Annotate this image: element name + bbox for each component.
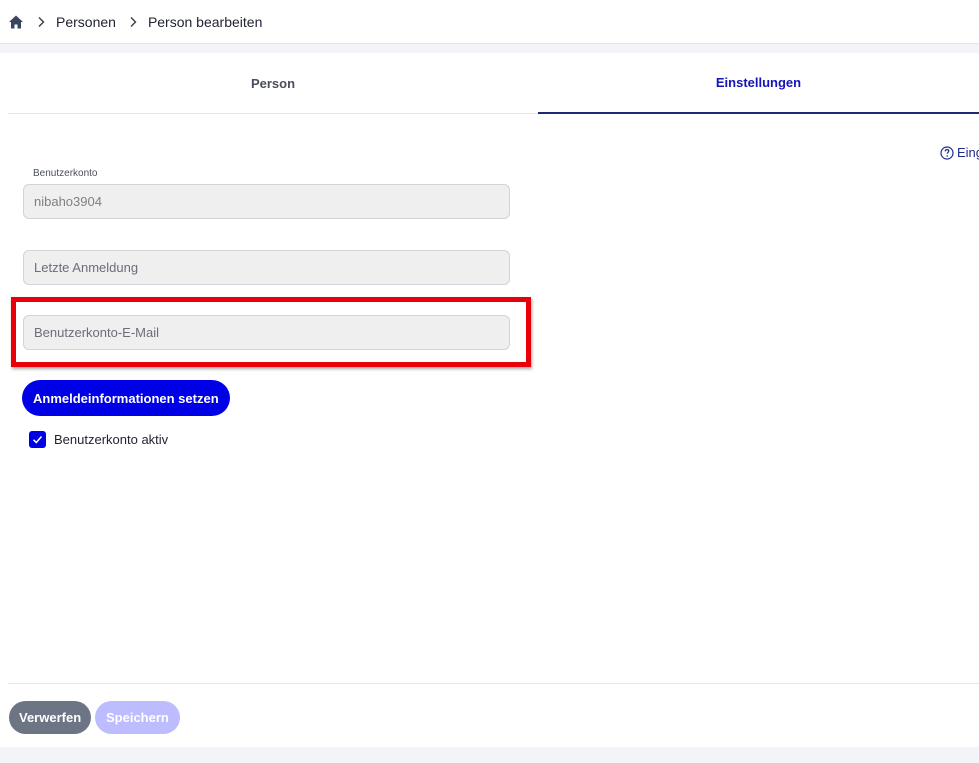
edit-person-card: Person Einstellungen Eing Benutzerkonto … (0, 53, 979, 747)
home-icon[interactable] (8, 14, 24, 30)
chevron-right-icon (34, 15, 48, 29)
help-link-label: Eing (957, 145, 979, 160)
account-email-field[interactable] (23, 315, 510, 350)
tab-bar: Person Einstellungen (8, 53, 979, 114)
account-field-label: Benutzerkonto (33, 168, 98, 179)
checkmark-icon (32, 436, 43, 444)
chevron-right-icon (126, 15, 140, 29)
tab-einstellungen[interactable]: Einstellungen (538, 53, 979, 114)
account-field[interactable] (23, 184, 510, 219)
account-active-label: Benutzerkonto aktiv (54, 432, 169, 447)
discard-button[interactable]: Verwerfen (9, 701, 92, 734)
account-active-row[interactable]: Benutzerkonto aktiv (29, 431, 168, 448)
save-button[interactable]: Speichern (95, 701, 180, 734)
breadcrumb-bar: Personen Person bearbeiten (0, 0, 979, 44)
breadcrumb-item-current: Person bearbeiten (147, 13, 263, 30)
set-credentials-button[interactable]: Anmeldeinformationen setzen (22, 380, 230, 416)
help-circle-icon (940, 145, 954, 160)
last-login-field[interactable] (23, 250, 510, 285)
account-active-checkbox[interactable] (29, 431, 46, 448)
tab-person[interactable]: Person (8, 53, 538, 114)
help-link[interactable]: Eing (940, 145, 979, 160)
footer-divider (8, 683, 979, 684)
breadcrumb-item-personen[interactable]: Personen (56, 14, 116, 30)
